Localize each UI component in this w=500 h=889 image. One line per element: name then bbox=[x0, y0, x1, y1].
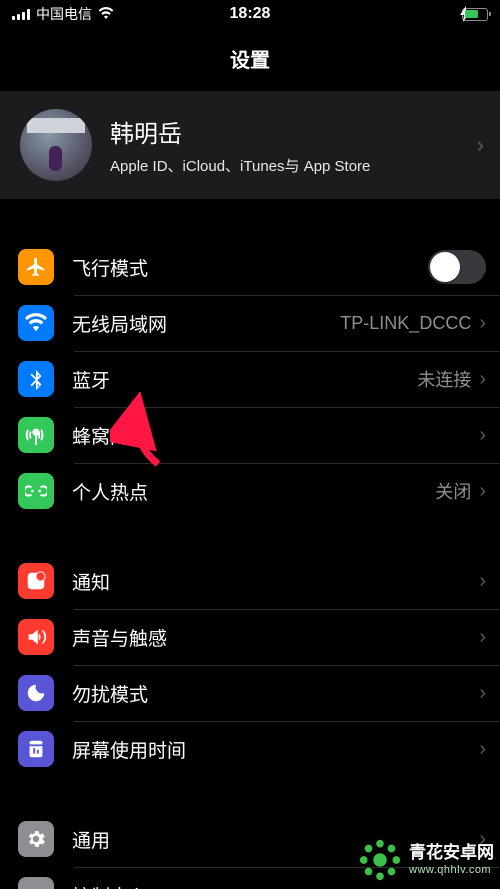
bluetooth-label: 蓝牙 bbox=[72, 366, 417, 393]
cellular-row[interactable]: 蜂窝网络› bbox=[0, 407, 500, 463]
hotspot-icon bbox=[18, 473, 54, 509]
wifi-row[interactable]: 无线局域网TP-LINK_DCCC › bbox=[0, 295, 500, 351]
status-right bbox=[462, 8, 488, 21]
watermark-brand: 青花安卓网 bbox=[409, 843, 494, 863]
wifi-label: 无线局域网 bbox=[72, 310, 340, 337]
chevron-right-icon: › bbox=[479, 480, 486, 503]
airplane-row[interactable]: 飞行模式 bbox=[0, 239, 500, 295]
settings-group: 通知›声音与触感›勿扰模式›屏幕使用时间› bbox=[0, 553, 500, 777]
bluetooth-icon bbox=[18, 361, 54, 397]
airplane-label: 飞行模式 bbox=[72, 254, 428, 281]
airplane-icon bbox=[18, 249, 54, 285]
battery-icon bbox=[462, 8, 488, 21]
dnd-label: 勿扰模式 bbox=[72, 680, 479, 707]
hotspot-label: 个人热点 bbox=[72, 478, 435, 505]
page-title: 设置 bbox=[0, 28, 500, 91]
wifi-status-icon bbox=[98, 6, 114, 23]
account-subtitle: Apple ID、iCloud、iTunes与 App Store bbox=[110, 155, 459, 176]
sounds-icon bbox=[18, 619, 54, 655]
notifications-icon bbox=[18, 563, 54, 599]
chevron-right-icon: › bbox=[479, 738, 486, 761]
wifi-icon bbox=[18, 305, 54, 341]
account-row[interactable]: 韩明岳 Apple ID、iCloud、iTunes与 App Store › bbox=[0, 91, 500, 199]
account-text: 韩明岳 Apple ID、iCloud、iTunes与 App Store bbox=[110, 114, 459, 176]
hotspot-value: 关闭 bbox=[435, 478, 471, 504]
notifications-row[interactable]: 通知› bbox=[0, 553, 500, 609]
dnd-row[interactable]: 勿扰模式› bbox=[0, 665, 500, 721]
general-icon bbox=[18, 821, 54, 857]
chevron-right-icon: › bbox=[477, 132, 484, 158]
bluetooth-value: 未连接 bbox=[417, 366, 471, 392]
chevron-right-icon: › bbox=[479, 884, 486, 889]
controlcenter-icon bbox=[18, 877, 54, 889]
chevron-right-icon: › bbox=[479, 368, 486, 391]
watermark: 青花安卓网 www.qhhlv.com bbox=[357, 837, 494, 883]
notifications-label: 通知 bbox=[72, 568, 479, 595]
cellular-icon bbox=[18, 417, 54, 453]
hotspot-row[interactable]: 个人热点关闭 › bbox=[0, 463, 500, 519]
carrier-label: 中国电信 bbox=[36, 4, 92, 24]
bluetooth-row[interactable]: 蓝牙未连接 › bbox=[0, 351, 500, 407]
watermark-logo-icon bbox=[357, 837, 403, 883]
chevron-right-icon: › bbox=[479, 312, 486, 335]
chevron-right-icon: › bbox=[479, 570, 486, 593]
watermark-url: www.qhhlv.com bbox=[409, 864, 494, 877]
chevron-right-icon: › bbox=[479, 424, 486, 447]
settings-group: 飞行模式无线局域网TP-LINK_DCCC›蓝牙未连接›蜂窝网络›个人热点关闭› bbox=[0, 239, 500, 519]
wifi-value: TP-LINK_DCCC bbox=[340, 313, 471, 334]
cellular-label: 蜂窝网络 bbox=[72, 422, 479, 449]
account-name: 韩明岳 bbox=[110, 114, 459, 149]
sounds-label: 声音与触感 bbox=[72, 624, 479, 651]
airplane-toggle[interactable] bbox=[428, 250, 486, 284]
chevron-right-icon: › bbox=[479, 682, 486, 705]
avatar bbox=[20, 109, 92, 181]
status-left: 中国电信 bbox=[12, 4, 114, 24]
sounds-row[interactable]: 声音与触感› bbox=[0, 609, 500, 665]
screentime-icon bbox=[18, 731, 54, 767]
signal-icon bbox=[12, 8, 30, 20]
dnd-icon bbox=[18, 675, 54, 711]
status-bar: 中国电信 18:28 bbox=[0, 0, 500, 28]
screentime-label: 屏幕使用时间 bbox=[72, 736, 479, 763]
chevron-right-icon: › bbox=[479, 626, 486, 649]
screentime-row[interactable]: 屏幕使用时间› bbox=[0, 721, 500, 777]
